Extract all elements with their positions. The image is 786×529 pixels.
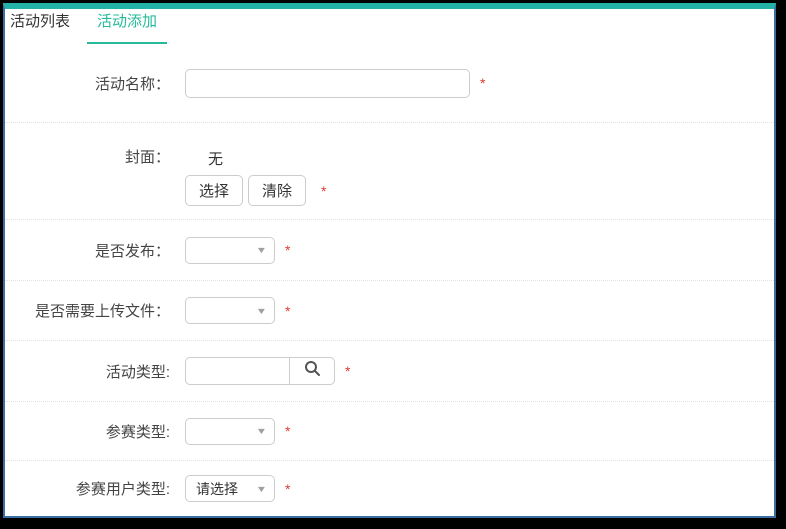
row-entry-user-type: 参赛用户类型: 请选择 ▼ * xyxy=(5,461,774,516)
activity-type-search-button[interactable] xyxy=(289,357,335,385)
row-cover: 封面： 无 选择 清除 * xyxy=(5,123,774,220)
publish-select[interactable]: ▼ xyxy=(185,237,275,264)
app-window: 活动列表 活动添加 活动名称： * 封面： 无 选择 清除 * xyxy=(3,3,776,518)
entry-type-select[interactable]: ▼ xyxy=(185,418,275,445)
required-asterisk: * xyxy=(285,243,290,257)
row-need-upload: 是否需要上传文件： ▼ * xyxy=(5,281,774,341)
activity-type-label: 活动类型: xyxy=(5,361,170,382)
row-entry-type: 参赛类型: ▼ * xyxy=(5,402,774,461)
cover-clear-button[interactable]: 清除 xyxy=(248,175,306,206)
required-asterisk: * xyxy=(321,184,326,198)
activity-name-input[interactable] xyxy=(185,69,470,98)
required-asterisk: * xyxy=(480,76,485,90)
entry-user-type-select-value: 请选择 xyxy=(196,479,257,499)
chevron-down-icon: ▼ xyxy=(256,306,268,316)
activity-name-label: 活动名称： xyxy=(5,73,170,94)
cover-label: 封面： xyxy=(5,143,170,173)
cover-value: 无 xyxy=(208,148,223,169)
row-publish: 是否发布： ▼ * xyxy=(5,220,774,281)
chevron-down-icon: ▼ xyxy=(256,245,268,255)
tab-bar: 活动列表 活动添加 xyxy=(5,9,774,44)
activity-add-form: 活动名称： * 封面： 无 选择 清除 * 是否发布： xyxy=(5,44,774,516)
entry-user-type-select[interactable]: 请选择 ▼ xyxy=(185,475,275,502)
entry-user-type-label: 参赛用户类型: xyxy=(5,478,170,499)
chevron-down-icon: ▼ xyxy=(256,426,268,436)
required-asterisk: * xyxy=(285,482,290,496)
entry-type-label: 参赛类型: xyxy=(5,421,170,442)
chevron-down-icon: ▼ xyxy=(256,484,268,494)
search-icon xyxy=(304,360,321,382)
need-upload-label: 是否需要上传文件： xyxy=(5,300,170,321)
tab-activity-add[interactable]: 活动添加 xyxy=(87,1,167,44)
tab-activity-list[interactable]: 活动列表 xyxy=(10,1,70,44)
row-activity-type: 活动类型: * xyxy=(5,341,774,402)
required-asterisk: * xyxy=(285,304,290,318)
row-activity-name: 活动名称： * xyxy=(5,44,774,123)
need-upload-select[interactable]: ▼ xyxy=(185,297,275,324)
activity-type-input[interactable] xyxy=(185,357,289,385)
publish-label: 是否发布： xyxy=(5,240,170,261)
required-asterisk: * xyxy=(285,424,290,438)
required-asterisk: * xyxy=(345,364,350,378)
cover-select-button[interactable]: 选择 xyxy=(185,175,243,206)
